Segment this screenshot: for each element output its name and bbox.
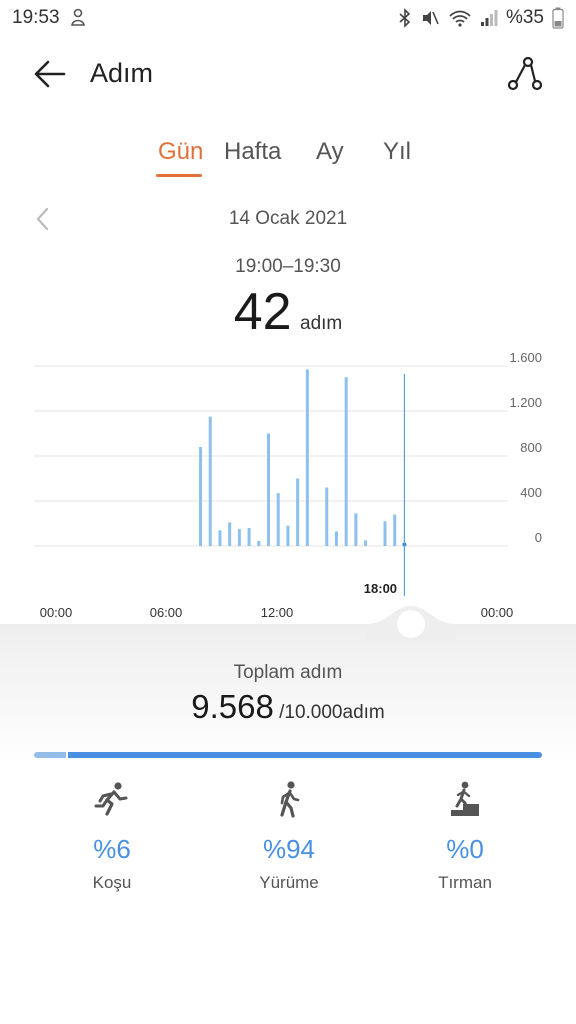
back-arrow-icon[interactable] — [32, 56, 68, 92]
y-tick-label: 0 — [535, 530, 542, 545]
step-bar — [276, 493, 280, 546]
y-tick-label: 800 — [520, 440, 542, 455]
notification-icon — [70, 8, 85, 26]
climbing-icon — [451, 781, 479, 816]
signal-icon — [480, 10, 498, 26]
step-bar — [208, 416, 212, 546]
x-tick-label: 00:00 — [481, 605, 514, 620]
running-icon — [94, 782, 128, 816]
step-bar — [305, 369, 309, 546]
bluetooth-icon — [399, 8, 411, 28]
x-tick-label: 06:00 — [150, 605, 183, 620]
tab-week[interactable]: Hafta — [224, 138, 281, 166]
walking-icon — [280, 781, 300, 818]
step-bar — [393, 514, 397, 546]
step-bar — [344, 377, 348, 546]
walking-percent: %94 — [262, 834, 316, 864]
selected-time-label: 18:00 — [364, 581, 397, 596]
total-steps: 9.568 /10.000adım — [0, 688, 576, 726]
activity-climbing: %0 Tırman — [405, 780, 525, 893]
mute-icon — [422, 11, 439, 25]
running-label: Koşu — [92, 873, 132, 892]
app-bar: Adım — [0, 44, 576, 104]
period-tabs: Gün Hafta Ay Yıl — [0, 136, 576, 182]
step-bar — [354, 513, 358, 546]
tab-day[interactable]: Gün — [158, 138, 203, 166]
page-title: Adım — [90, 58, 154, 88]
date-label: 14 Ocak 2021 — [228, 208, 348, 229]
step-bar — [286, 525, 290, 546]
selected-time-range: 19:00–19:30 — [235, 256, 341, 277]
tab-month[interactable]: Ay — [316, 138, 344, 166]
climbing-label: Tırman — [438, 873, 492, 892]
y-tick-label: 1.200 — [509, 395, 542, 410]
battery-icon — [552, 7, 564, 29]
running-share-segment — [34, 752, 66, 758]
date-row: 14 Ocak 2021 — [0, 204, 576, 234]
total-steps-value: 9.568 — [191, 688, 274, 725]
total-steps-label: Toplam adım — [233, 662, 343, 683]
route-icon[interactable] — [506, 56, 544, 92]
step-bar — [364, 540, 368, 546]
step-bar — [296, 478, 300, 546]
step-bar — [237, 529, 241, 546]
step-goal: /10.000adım — [273, 702, 385, 723]
battery-percent: %35 — [505, 7, 544, 28]
active-tab-indicator — [156, 174, 202, 177]
x-tick-label: 00:00 — [40, 605, 73, 620]
y-tick-label: 400 — [520, 485, 542, 500]
tab-year[interactable]: Yıl — [383, 138, 411, 166]
activity-progress-bar — [34, 752, 542, 758]
step-bar — [228, 522, 232, 546]
step-bar — [218, 530, 222, 546]
status-bar: 19:53 %35 — [0, 0, 576, 36]
step-bar — [383, 521, 387, 546]
running-percent: %6 — [93, 834, 131, 864]
selected-step-value: 42 — [233, 283, 292, 341]
x-tick-label: 12:00 — [261, 605, 294, 620]
step-bar — [334, 531, 338, 546]
step-bar — [325, 487, 329, 546]
activity-walking: %94 Yürüme — [229, 780, 349, 893]
walking-label: Yürüme — [259, 873, 319, 892]
selected-step-unit: adım — [300, 313, 343, 334]
step-bar — [257, 540, 261, 546]
wifi-icon — [449, 10, 471, 27]
step-bar — [199, 447, 203, 546]
walking-share-segment — [68, 752, 542, 758]
status-time: 19:53 — [12, 7, 60, 28]
activity-running: %6 Koşu — [52, 780, 172, 893]
y-tick-label: 1.600 — [509, 350, 542, 365]
chart-scrubber-handle[interactable] — [366, 600, 456, 640]
steps-bar-chart[interactable]: 1.600 1.200 800 400 0 18:00 00:00 06:00 12:00 00:… — [0, 345, 576, 625]
climbing-percent: %0 — [446, 834, 484, 864]
step-bar — [267, 433, 270, 546]
step-bar — [247, 528, 251, 546]
selected-step-count: 42 adım — [0, 282, 576, 342]
